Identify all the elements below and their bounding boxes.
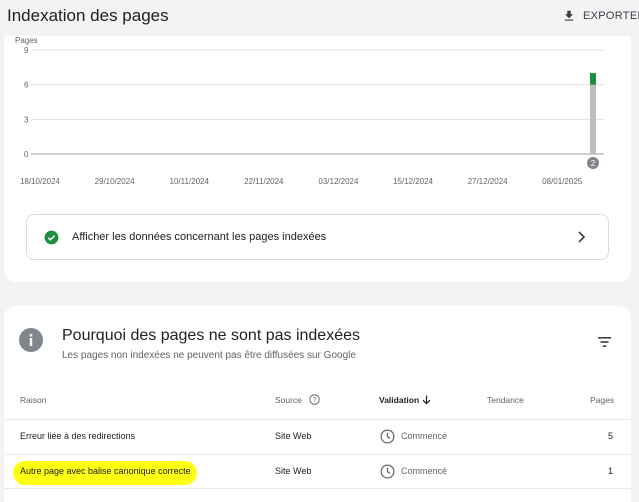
row-pages: 5 xyxy=(608,431,614,441)
arrow-down-icon[interactable] xyxy=(422,395,431,405)
x-tick-label: 27/12/2024 xyxy=(468,177,509,186)
x-tick-label: 18/10/2024 xyxy=(20,177,61,186)
y-tick-label: 3 xyxy=(24,115,29,124)
section-title: Pourquoi des pages ne sont pas indexées xyxy=(62,327,360,344)
help-icon[interactable]: ? xyxy=(309,394,320,405)
row-pages: 1 xyxy=(608,466,614,476)
row-divider xyxy=(4,419,631,420)
clock-icon xyxy=(380,429,395,444)
chart-card: Pages 9 6 3 0 18/10/2024 29/10/2024 10/11/202… xyxy=(4,36,631,282)
row-divider xyxy=(4,454,631,455)
clock-icon xyxy=(380,464,395,479)
filter-icon[interactable] xyxy=(598,337,611,347)
column-header-pages: Pages xyxy=(590,395,615,405)
indexed-pages-label: Afficher les données concernant les page… xyxy=(72,231,327,243)
column-header-trend: Tendance xyxy=(487,395,524,405)
pages-chart: Pages 9 6 3 0 18/10/2024 29/10/2024 10/11/202… xyxy=(15,36,604,186)
row-source: Site Web xyxy=(275,466,312,476)
row-reason: Erreur liée à des redirections xyxy=(20,431,136,441)
y-axis-label: Pages xyxy=(15,36,38,45)
export-label: EXPORTER xyxy=(583,10,639,22)
chevron-right-icon xyxy=(578,231,586,243)
row-source: Site Web xyxy=(275,431,312,441)
info-icon xyxy=(19,328,43,352)
column-header-validation[interactable]: Validation xyxy=(379,395,419,405)
row-validation: Commencé xyxy=(401,431,448,441)
annotation-label: 2 xyxy=(591,159,596,168)
download-icon xyxy=(564,10,574,21)
x-tick-label: 03/12/2024 xyxy=(318,177,359,186)
row-divider xyxy=(4,488,631,489)
section-subtitle: Les pages non indexées ne peuvent pas êt… xyxy=(62,350,356,361)
export-button[interactable]: EXPORTER xyxy=(562,8,639,24)
x-tick-label: 15/12/2024 xyxy=(393,177,434,186)
svg-text:?: ? xyxy=(313,397,317,404)
column-header-reason: Raison xyxy=(20,395,47,405)
x-tick-label: 08/01/2025 xyxy=(542,177,583,186)
row-reason: Autre page avec balise canonique correct… xyxy=(20,466,191,476)
y-tick-label: 9 xyxy=(24,46,29,55)
y-tick-label: 0 xyxy=(24,150,29,159)
x-tick-label: 29/10/2024 xyxy=(95,177,136,186)
row-validation: Commencé xyxy=(401,466,448,476)
page-title: Indexation des pages xyxy=(7,6,169,25)
bar[interactable] xyxy=(590,73,596,85)
indexed-pages-link[interactable]: Afficher les données concernant les page… xyxy=(26,214,609,260)
x-tick-label: 10/11/2024 xyxy=(169,177,209,186)
y-tick-label: 6 xyxy=(24,81,29,90)
page-header: Indexation des pages EXPORTER xyxy=(0,0,639,36)
x-tick-label: 22/11/2024 xyxy=(244,177,284,186)
check-circle-icon xyxy=(44,230,59,245)
column-header-source: Source xyxy=(275,395,302,405)
bar[interactable] xyxy=(590,84,596,154)
